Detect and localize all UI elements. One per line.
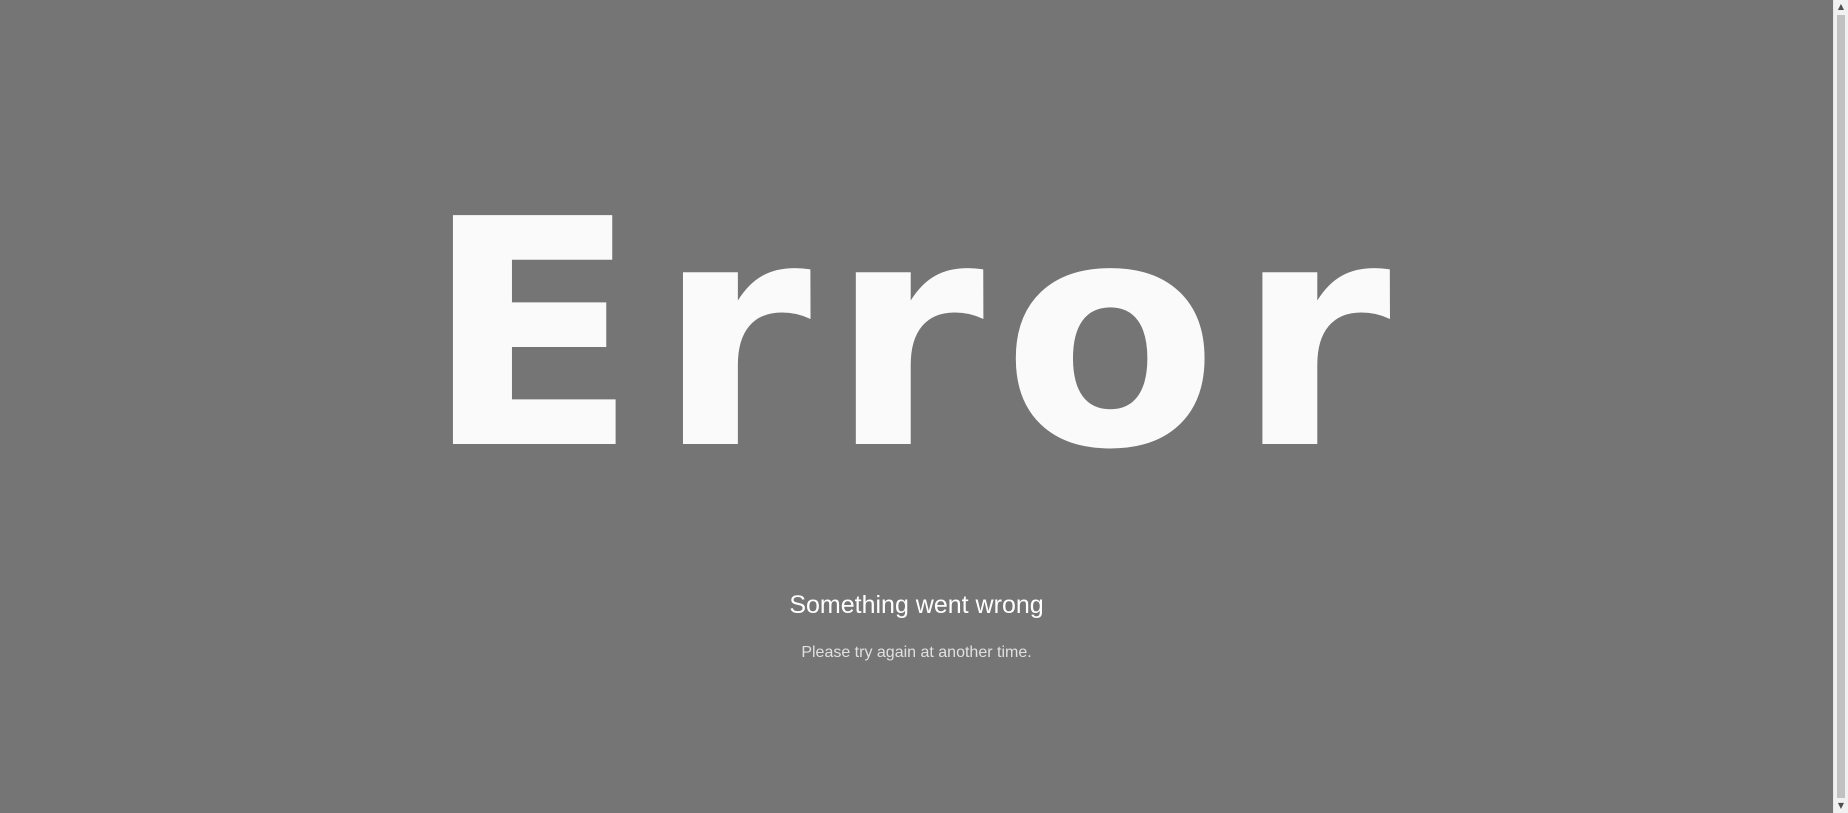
error-message: Please try again at another time. bbox=[801, 644, 1032, 661]
scroll-up-arrow-icon[interactable]: ▲ bbox=[1834, 0, 1848, 14]
scroll-down-arrow-icon[interactable]: ▼ bbox=[1834, 799, 1848, 813]
scrollbar-thumb[interactable] bbox=[1837, 15, 1845, 798]
error-page: Error Something went wrong Please try ag… bbox=[0, 0, 1833, 813]
error-title: Error bbox=[424, 154, 1409, 519]
error-heading: Something went wrong bbox=[789, 591, 1044, 619]
vertical-scrollbar[interactable]: ▲ ▼ bbox=[1833, 0, 1848, 813]
